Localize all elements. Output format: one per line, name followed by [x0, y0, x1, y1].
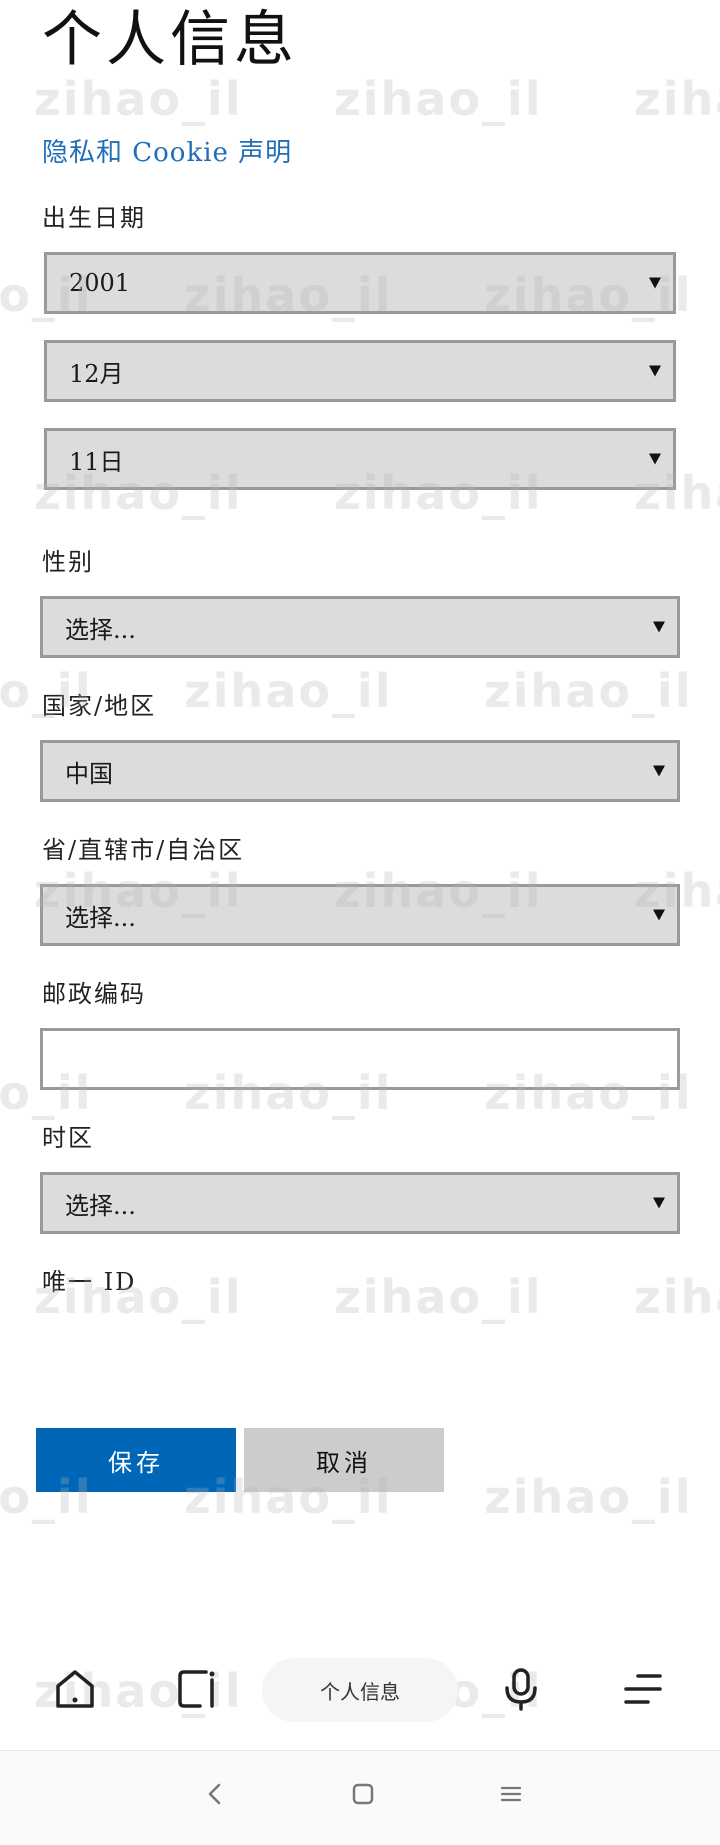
- dropdown-arrow-icon: [653, 765, 665, 777]
- page-title: 个人信息: [42, 5, 298, 75]
- dob-day-value: 11日: [69, 447, 124, 476]
- postal-code-input[interactable]: [40, 1028, 680, 1090]
- system-nav-bar: [0, 1750, 720, 1845]
- watermark: zihao_il: [634, 1270, 720, 1324]
- watermark: zihao_il: [184, 664, 393, 718]
- dropdown-arrow-icon: [653, 621, 665, 633]
- watermark: zihao_il: [484, 1470, 693, 1524]
- dob-year-select[interactable]: 2001: [44, 252, 676, 314]
- watermark: zihao_il: [334, 1270, 543, 1324]
- gender-select[interactable]: 选择...: [40, 596, 680, 658]
- province-select[interactable]: 选择...: [40, 884, 680, 946]
- province-label: 省/直辖市/自治区: [42, 836, 245, 864]
- watermark: zihao_il: [34, 72, 243, 126]
- microphone-icon[interactable]: [496, 1664, 546, 1714]
- gender-label: 性别: [42, 548, 94, 576]
- province-value: 选择...: [65, 903, 136, 932]
- home-square-icon[interactable]: [348, 1779, 378, 1809]
- country-value: 中国: [65, 759, 113, 788]
- cancel-button[interactable]: 取消: [244, 1428, 444, 1492]
- privacy-cookie-link[interactable]: 隐私和 Cookie 声明: [42, 132, 292, 169]
- dob-day-select[interactable]: 11日: [44, 428, 676, 490]
- save-button[interactable]: 保存: [36, 1428, 236, 1492]
- dropdown-arrow-icon: [653, 1197, 665, 1209]
- dropdown-arrow-icon: [649, 365, 661, 377]
- timezone-value: 选择...: [65, 1191, 136, 1220]
- timezone-select[interactable]: 选择...: [40, 1172, 680, 1234]
- watermark: zihao_il: [334, 72, 543, 126]
- unique-id-label: 唯一 ID: [42, 1268, 137, 1296]
- postal-code-label: 邮政编码: [42, 980, 146, 1008]
- browser-toolbar: 个人信息: [0, 1650, 720, 1730]
- personal-info-page: 个人信息 隐私和 Cookie 声明 出生日期 2001 12月 11日 性别 …: [0, 0, 720, 1845]
- timezone-label: 时区: [42, 1124, 94, 1152]
- country-select[interactable]: 中国: [40, 740, 680, 802]
- dropdown-arrow-icon: [653, 909, 665, 921]
- recents-icon[interactable]: [496, 1779, 526, 1809]
- watermark: zihao_il: [634, 72, 720, 126]
- gender-value: 选择...: [65, 615, 136, 644]
- tabs-icon[interactable]: [172, 1664, 222, 1714]
- menu-icon[interactable]: [618, 1664, 668, 1714]
- address-bar[interactable]: 个人信息: [262, 1658, 458, 1722]
- dropdown-arrow-icon: [649, 453, 661, 465]
- back-icon[interactable]: [200, 1779, 230, 1809]
- dob-year-value: 2001: [69, 269, 131, 297]
- dob-month-select[interactable]: 12月: [44, 340, 676, 402]
- watermark: zihao_il: [484, 664, 693, 718]
- dob-label: 出生日期: [42, 204, 146, 232]
- country-label: 国家/地区: [42, 692, 157, 720]
- dob-month-value: 12月: [69, 359, 124, 388]
- home-icon[interactable]: [50, 1664, 100, 1714]
- dropdown-arrow-icon: [649, 277, 661, 289]
